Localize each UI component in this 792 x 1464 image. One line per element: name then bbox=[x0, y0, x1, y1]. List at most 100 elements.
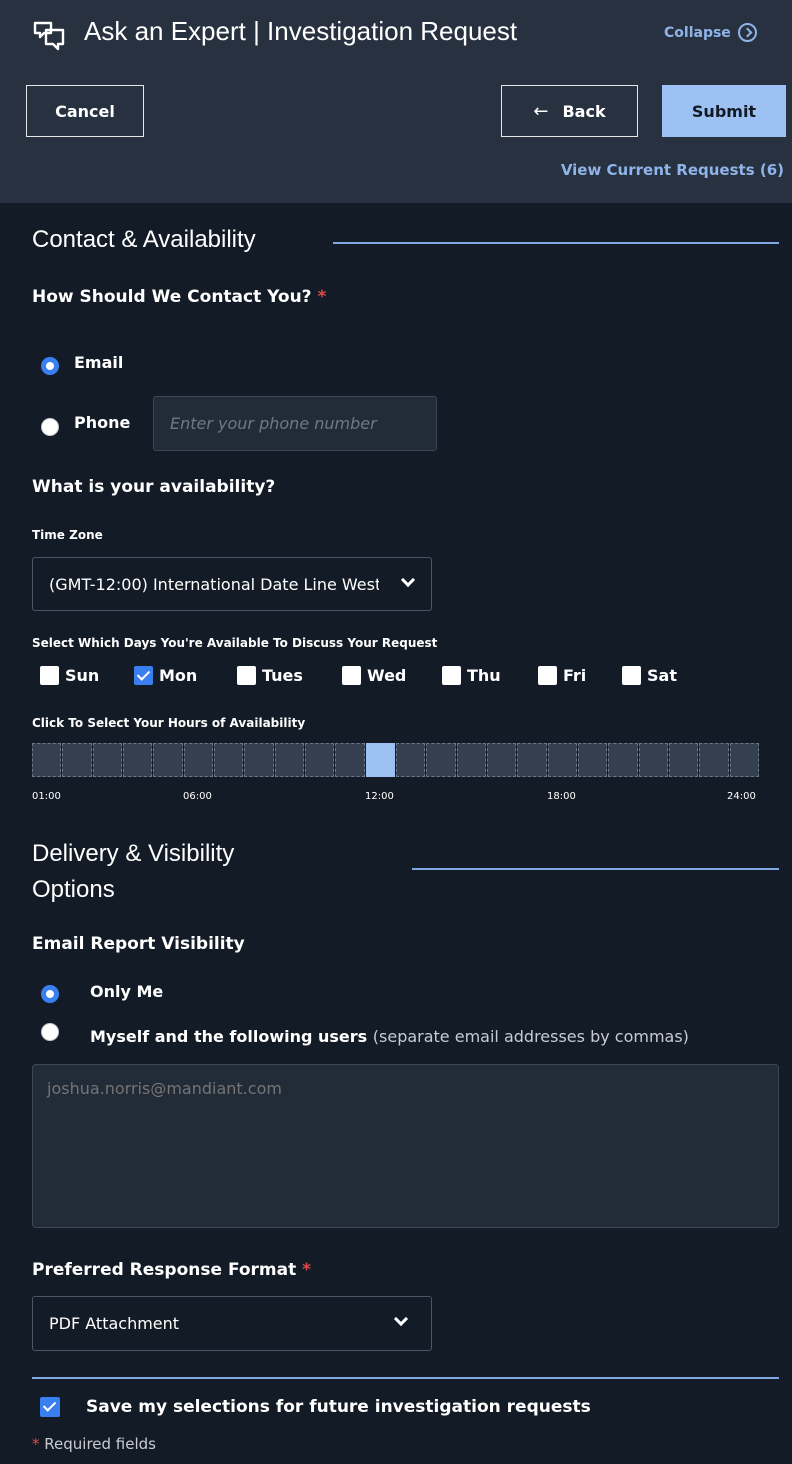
header-bar: Ask an Expert | Investigation Request Co… bbox=[0, 0, 792, 203]
hour-slot[interactable] bbox=[32, 743, 62, 777]
section-title-delivery: Delivery & Visibility Options bbox=[32, 836, 234, 908]
section-divider bbox=[333, 242, 779, 244]
view-current-requests-link[interactable]: View Current Requests (6) bbox=[561, 161, 784, 179]
visibility-question: Email Report Visibility bbox=[32, 934, 245, 954]
day-label: Sat bbox=[647, 666, 677, 685]
option-hint: (separate email addresses by commas) bbox=[372, 1027, 689, 1046]
format-select[interactable]: PDF Attachment bbox=[32, 1296, 432, 1351]
radio-myself-and-users-label[interactable]: Myself and the following users (separate… bbox=[90, 1027, 689, 1046]
radio-email-label[interactable]: Email bbox=[74, 353, 123, 372]
day-mon[interactable]: Mon bbox=[134, 666, 197, 685]
day-sun[interactable]: Sun bbox=[40, 666, 99, 685]
phone-input[interactable] bbox=[153, 396, 437, 451]
hour-slot[interactable] bbox=[153, 743, 183, 777]
day-label: Fri bbox=[563, 666, 587, 685]
hour-slot[interactable] bbox=[668, 743, 699, 777]
hour-slot[interactable] bbox=[304, 743, 335, 777]
day-label: Mon bbox=[159, 666, 198, 685]
footer-divider bbox=[32, 1377, 779, 1379]
checkbox[interactable] bbox=[134, 666, 153, 685]
save-selections-checkbox[interactable]: Save my selections for future investigat… bbox=[40, 1397, 591, 1417]
hour-slot[interactable] bbox=[456, 743, 486, 777]
checkbox[interactable] bbox=[40, 1397, 60, 1417]
collapse-label: Collapse bbox=[664, 24, 731, 41]
hour-slot[interactable] bbox=[183, 743, 213, 777]
required-asterisk: * bbox=[302, 1260, 312, 1280]
hour-slot[interactable] bbox=[517, 743, 547, 777]
day-thu[interactable]: Thu bbox=[442, 666, 501, 685]
hour-tick: 12:00 bbox=[365, 791, 394, 802]
required-fields-note: * Required fields bbox=[32, 1435, 156, 1453]
radio-only-me-label[interactable]: Only Me bbox=[90, 982, 163, 1001]
hour-tick: 24:00 bbox=[727, 791, 756, 802]
arrow-left-icon: ← bbox=[533, 100, 549, 122]
hours-grid bbox=[32, 743, 759, 777]
hour-slot[interactable] bbox=[729, 743, 759, 777]
page-title: Ask an Expert | Investigation Request bbox=[84, 16, 518, 46]
hour-slot[interactable] bbox=[547, 743, 577, 777]
hour-slot[interactable] bbox=[608, 743, 638, 777]
required-fields-text: Required fields bbox=[44, 1435, 156, 1453]
hour-slot[interactable] bbox=[365, 743, 395, 777]
day-label: Tues bbox=[262, 666, 303, 685]
hour-slot[interactable] bbox=[92, 743, 122, 777]
section-title-line: Delivery & Visibility bbox=[32, 840, 235, 867]
section-divider bbox=[412, 868, 779, 870]
contact-question: How Should We Contact You? * bbox=[32, 287, 326, 307]
radio-only-me[interactable] bbox=[41, 985, 59, 1003]
days-label: Select Which Days You're Available To Di… bbox=[32, 636, 438, 650]
hour-slot[interactable] bbox=[638, 743, 668, 777]
radio-phone[interactable] bbox=[41, 418, 59, 436]
format-question: Preferred Response Format * bbox=[32, 1260, 311, 1280]
checkbox[interactable] bbox=[237, 666, 256, 685]
hour-tick: 18:00 bbox=[547, 791, 576, 802]
chevron-down-icon bbox=[400, 572, 416, 588]
required-asterisk: * bbox=[317, 287, 327, 307]
day-label: Sun bbox=[65, 666, 100, 685]
day-tues[interactable]: Tues bbox=[237, 666, 303, 685]
contact-question-text: How Should We Contact You? bbox=[32, 287, 312, 307]
day-label: Thu bbox=[467, 666, 501, 685]
radio-email[interactable] bbox=[41, 357, 59, 375]
checkbox[interactable] bbox=[442, 666, 461, 685]
section-title-contact: Contact & Availability bbox=[32, 226, 256, 253]
back-button[interactable]: ← Back bbox=[501, 85, 638, 137]
hour-slot[interactable] bbox=[486, 743, 517, 777]
hour-slot[interactable] bbox=[426, 743, 456, 777]
hour-slot[interactable] bbox=[395, 743, 426, 777]
checkbox[interactable] bbox=[40, 666, 59, 685]
radio-myself-and-users[interactable] bbox=[41, 1023, 59, 1041]
chevron-right-circle-icon bbox=[737, 23, 757, 42]
hour-slot[interactable] bbox=[577, 743, 608, 777]
hour-slot[interactable] bbox=[244, 743, 274, 777]
submit-button[interactable]: Submit bbox=[662, 85, 786, 137]
back-label: Back bbox=[562, 101, 606, 121]
option-label: Myself and the following users bbox=[90, 1027, 368, 1046]
timezone-label: Time Zone bbox=[32, 528, 103, 542]
hour-slot[interactable] bbox=[274, 743, 304, 777]
radio-phone-label[interactable]: Phone bbox=[74, 413, 130, 432]
collapse-button[interactable]: Collapse bbox=[664, 23, 757, 42]
timezone-select[interactable]: (GMT-12:00) International Date Line West bbox=[32, 557, 432, 611]
checkbox[interactable] bbox=[538, 666, 557, 685]
hour-slot[interactable] bbox=[699, 743, 729, 777]
checkbox[interactable] bbox=[342, 666, 361, 685]
required-asterisk: * bbox=[32, 1435, 40, 1453]
hour-slot[interactable] bbox=[122, 743, 153, 777]
checkbox[interactable] bbox=[622, 666, 641, 685]
hour-tick: 06:00 bbox=[183, 791, 212, 802]
day-sat[interactable]: Sat bbox=[622, 666, 677, 685]
availability-question: What is your availability? bbox=[32, 477, 276, 497]
hours-label: Click To Select Your Hours of Availabili… bbox=[32, 716, 306, 730]
cancel-button[interactable]: Cancel bbox=[26, 85, 144, 137]
chevron-down-icon bbox=[393, 1311, 409, 1327]
day-fri[interactable]: Fri bbox=[538, 666, 586, 685]
hour-tick: 01:00 bbox=[32, 791, 61, 802]
day-wed[interactable]: Wed bbox=[342, 666, 406, 685]
hour-slot[interactable] bbox=[213, 743, 244, 777]
day-label: Wed bbox=[367, 666, 407, 685]
emails-textarea[interactable] bbox=[32, 1064, 779, 1228]
format-value: PDF Attachment bbox=[49, 1314, 180, 1333]
hour-slot[interactable] bbox=[335, 743, 365, 777]
hour-slot[interactable] bbox=[62, 743, 92, 777]
